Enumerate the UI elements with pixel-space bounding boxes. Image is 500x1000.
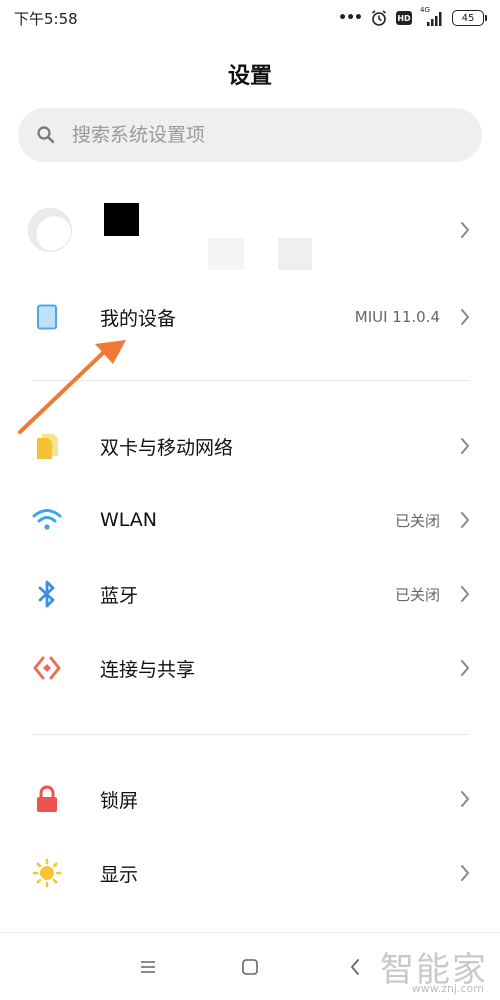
sim-card-icon: [32, 431, 62, 461]
menu-icon: [141, 961, 155, 973]
wifi-icon: [32, 505, 62, 535]
home-square-icon: [242, 959, 258, 975]
settings-item-label: 连接与共享: [100, 658, 196, 681]
settings-item-value: 已关闭: [394, 585, 440, 604]
settings-item-dual-sim[interactable]: 双卡与移动网络: [0, 409, 500, 483]
section-divider: [32, 380, 468, 381]
menu-button[interactable]: [136, 955, 160, 979]
battery-icon: 45: [452, 10, 487, 26]
account-info-redacted: [278, 238, 312, 270]
signal-icon: 4G: [420, 6, 444, 27]
settings-item-label: 双卡与移动网络: [100, 436, 234, 459]
back-icon: [350, 959, 359, 975]
settings-item-lock-screen[interactable]: 锁屏: [0, 762, 500, 836]
search-input[interactable]: [72, 124, 452, 146]
settings-item-display[interactable]: 显示: [0, 836, 500, 910]
status-bar: 下午5:58 ••• HD 4G 45: [0, 0, 500, 36]
tablet-icon: [32, 302, 62, 332]
chevron-right-icon: [461, 586, 469, 602]
settings-item-label: 锁屏: [100, 789, 139, 812]
chevron-right-icon: [461, 222, 469, 238]
chevron-right-icon: [461, 865, 469, 881]
chevron-right-icon: [461, 512, 469, 528]
hd-voice-icon: HD: [396, 11, 412, 25]
settings-item-value: 已关闭: [394, 511, 440, 530]
page-title: 设置: [227, 64, 272, 89]
avatar: [28, 208, 72, 252]
settings-item-connection-sharing[interactable]: 连接与共享: [0, 631, 500, 705]
more-dots-icon: •••: [338, 10, 363, 26]
settings-item-bluetooth[interactable]: 蓝牙 已关闭: [0, 557, 500, 631]
bluetooth-icon: [32, 579, 62, 609]
account-name-redacted: [104, 203, 139, 236]
search-icon: [37, 126, 55, 144]
home-button[interactable]: [238, 955, 262, 979]
status-time: 下午5:58: [14, 10, 78, 28]
alarm-clock-icon: [372, 10, 386, 26]
settings-item-wlan[interactable]: WLAN 已关闭: [0, 483, 500, 557]
lock-icon: [32, 784, 62, 814]
back-button[interactable]: [343, 955, 367, 979]
share-connection-icon: [32, 653, 62, 683]
sun-icon: [32, 858, 62, 888]
settings-item-label: 显示: [100, 863, 139, 886]
chevron-right-icon: [461, 309, 469, 325]
section-divider: [32, 734, 468, 735]
settings-item-label: 我的设备: [100, 307, 177, 330]
account-info-redacted: [208, 238, 244, 270]
account-row[interactable]: [0, 190, 500, 280]
settings-item-my-device[interactable]: 我的设备 MIUI 11.0.4: [0, 280, 500, 354]
settings-item-label: 蓝牙: [100, 584, 139, 607]
settings-item-label: WLAN: [100, 509, 158, 531]
watermark-url: www.znj.com: [411, 982, 484, 995]
search-bar[interactable]: [18, 108, 482, 162]
settings-item-value: MIUI 11.0.4: [354, 308, 440, 326]
chevron-right-icon: [461, 438, 469, 454]
chevron-right-icon: [461, 791, 469, 807]
status-icons: ••• HD 4G 45: [338, 6, 487, 28]
chevron-right-icon: [461, 660, 469, 676]
